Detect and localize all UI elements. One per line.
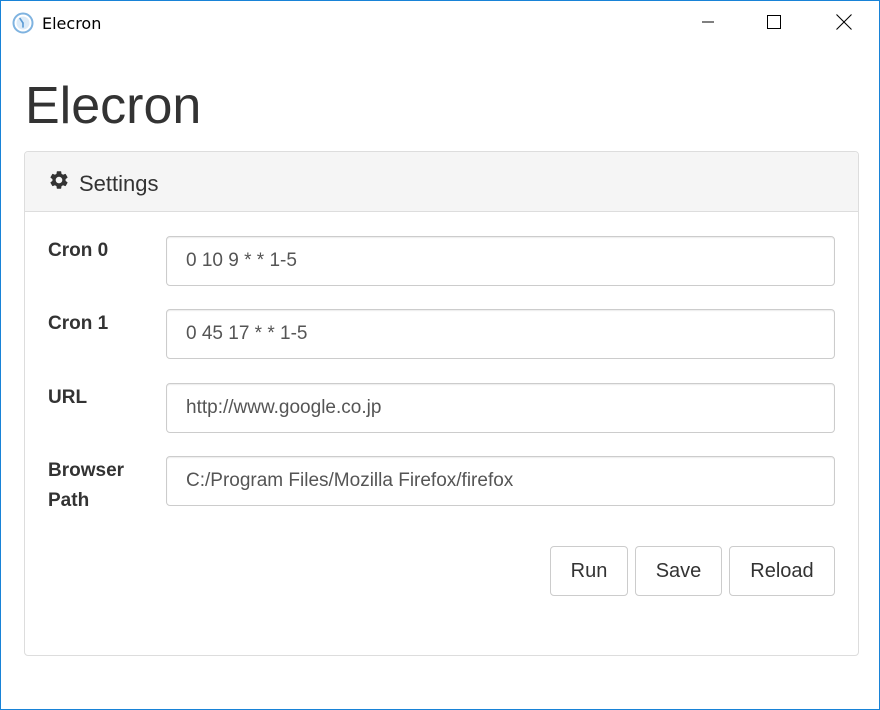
panel-heading: Settings — [25, 152, 858, 212]
maximize-icon — [767, 14, 781, 34]
maximize-button[interactable] — [751, 1, 797, 47]
title-bar[interactable]: Elecron — [1, 1, 879, 47]
url-label: URL — [48, 387, 88, 408]
app-window: Elecron Elecron Settings Cron 0 0 10 9 *… — [0, 0, 880, 710]
run-button[interactable]: Run — [550, 546, 628, 596]
browser-path-input[interactable] — [166, 456, 835, 506]
panel-title: Settings — [79, 171, 159, 196]
cron1-input[interactable] — [166, 309, 835, 359]
close-button[interactable] — [821, 1, 867, 47]
cron1-label: Cron 1 — [48, 313, 109, 334]
page-title: Elecron — [25, 77, 202, 135]
cron0-input[interactable] — [166, 236, 835, 286]
browser-path-label: Browser Path — [48, 460, 125, 511]
gear-icon — [48, 169, 70, 191]
clock-icon — [12, 12, 34, 34]
minimize-icon — [702, 15, 714, 33]
window-title: Elecron — [42, 14, 102, 33]
url-input[interactable] — [166, 383, 835, 433]
save-button[interactable]: Save — [635, 546, 722, 596]
minimize-button[interactable] — [685, 1, 731, 47]
reload-button[interactable]: Reload — [729, 546, 835, 596]
cron0-label: Cron 0 — [48, 240, 109, 261]
settings-panel: Settings Cron 0 Cron 1 URL Browser Path … — [24, 151, 859, 656]
close-icon — [836, 13, 852, 35]
